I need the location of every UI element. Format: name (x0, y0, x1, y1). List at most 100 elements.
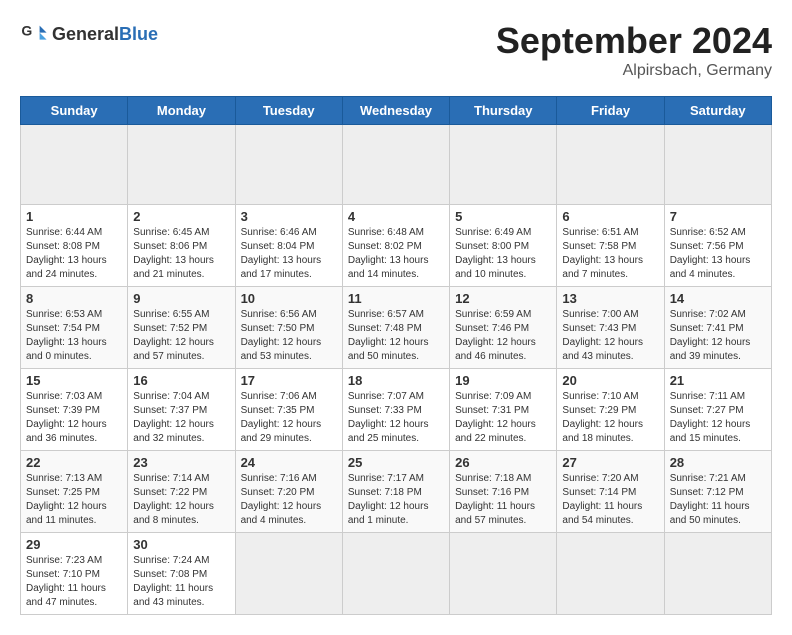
day-number: 20 (562, 373, 658, 388)
header-thursday: Thursday (450, 97, 557, 125)
calendar-cell: 22Sunrise: 7:13 AMSunset: 7:25 PMDayligh… (21, 451, 128, 533)
day-info: Sunrise: 7:20 AMSunset: 7:14 PMDaylight:… (562, 472, 658, 528)
day-number: 18 (348, 373, 444, 388)
calendar-cell: 16Sunrise: 7:04 AMSunset: 7:37 PMDayligh… (128, 369, 235, 451)
day-info: Sunrise: 7:16 AMSunset: 7:20 PMDaylight:… (241, 472, 337, 528)
day-number: 4 (348, 209, 444, 224)
calendar-cell: 13 Sunrise: 7:00 AMSunset: 7:43 PMDayligh… (557, 287, 664, 369)
day-number: 6 (562, 209, 658, 224)
calendar-header: SundayMondayTuesdayWednesdayThursdayFrid… (21, 97, 772, 125)
calendar-cell: 17Sunrise: 7:06 AMSunset: 7:35 PMDayligh… (235, 369, 342, 451)
calendar-cell (450, 125, 557, 205)
day-info: Sunrise: 6:56 AMSunset: 7:50 PMDaylight:… (241, 308, 337, 364)
calendar-week-3: 15 Sunrise: 7:03 AMSunset: 7:39 PMDayligh… (21, 369, 772, 451)
day-number: 5 (455, 209, 551, 224)
day-info: Sunrise: 6:44 AMSunset: 8:08 PMDaylight:… (26, 226, 122, 282)
calendar-cell (235, 125, 342, 205)
calendar-cell: 8 Sunrise: 6:53 AMSunset: 7:54 PMDaylight… (21, 287, 128, 369)
calendar-cell: 25Sunrise: 7:17 AMSunset: 7:18 PMDayligh… (342, 451, 449, 533)
calendar-week-5: 29 Sunrise: 7:23 AMSunset: 7:10 PMDayligh… (21, 533, 772, 615)
day-info: Sunrise: 7:18 AMSunset: 7:16 PMDaylight:… (455, 472, 551, 528)
day-number: 16 (133, 373, 229, 388)
day-info: Sunrise: 7:03 AMSunset: 7:39 PMDaylight:… (26, 390, 122, 446)
month-title: September 2024 (496, 20, 772, 62)
calendar-cell (557, 125, 664, 205)
calendar-cell: 28 Sunrise: 7:21 AMSunset: 7:12 PMDayligh… (664, 451, 771, 533)
calendar-cell: 30Sunrise: 7:24 AMSunset: 7:08 PMDayligh… (128, 533, 235, 615)
header-tuesday: Tuesday (235, 97, 342, 125)
calendar-cell: 10 Sunrise: 6:56 AMSunset: 7:50 PMDayligh… (235, 287, 342, 369)
calendar-cell: 4 Sunrise: 6:48 AMSunset: 8:02 PMDaylight… (342, 205, 449, 287)
calendar-cell: 15 Sunrise: 7:03 AMSunset: 7:39 PMDayligh… (21, 369, 128, 451)
calendar-table: SundayMondayTuesdayWednesdayThursdayFrid… (20, 96, 772, 615)
day-info: Sunrise: 7:10 AMSunset: 7:29 PMDaylight:… (562, 390, 658, 446)
day-number: 27 (562, 455, 658, 470)
day-number: 14 (670, 291, 766, 306)
day-info: Sunrise: 6:49 AMSunset: 8:00 PMDaylight:… (455, 226, 551, 282)
day-number: 30 (133, 537, 229, 552)
calendar-cell (128, 125, 235, 205)
calendar-cell (557, 533, 664, 615)
day-info: Sunrise: 7:23 AMSunset: 7:10 PMDaylight:… (26, 554, 122, 610)
calendar-cell: 6 Sunrise: 6:51 AMSunset: 7:58 PMDaylight… (557, 205, 664, 287)
calendar-cell (664, 125, 771, 205)
calendar-cell: 24 Sunrise: 7:16 AMSunset: 7:20 PMDayligh… (235, 451, 342, 533)
calendar-cell: 2Sunrise: 6:45 AMSunset: 8:06 PMDaylight… (128, 205, 235, 287)
header-saturday: Saturday (664, 97, 771, 125)
calendar-cell: 3Sunrise: 6:46 AMSunset: 8:04 PMDaylight… (235, 205, 342, 287)
title-area: September 2024 Alpirsbach, Germany (496, 20, 772, 80)
header-wednesday: Wednesday (342, 97, 449, 125)
logo-text: GeneralBlue (52, 24, 158, 45)
day-info: Sunrise: 7:09 AMSunset: 7:31 PMDaylight:… (455, 390, 551, 446)
calendar-cell (450, 533, 557, 615)
day-info: Sunrise: 6:55 AMSunset: 7:52 PMDaylight:… (133, 308, 229, 364)
day-number: 10 (241, 291, 337, 306)
day-number: 1 (26, 209, 122, 224)
header-monday: Monday (128, 97, 235, 125)
day-info: Sunrise: 6:52 AMSunset: 7:56 PMDaylight:… (670, 226, 766, 282)
day-number: 9 (133, 291, 229, 306)
logo: G GeneralBlue (20, 20, 158, 48)
calendar-cell (21, 125, 128, 205)
day-number: 21 (670, 373, 766, 388)
day-number: 24 (241, 455, 337, 470)
header-sunday: Sunday (21, 97, 128, 125)
calendar-cell (342, 125, 449, 205)
header-row: SundayMondayTuesdayWednesdayThursdayFrid… (21, 97, 772, 125)
header-friday: Friday (557, 97, 664, 125)
day-info: Sunrise: 6:48 AMSunset: 8:02 PMDaylight:… (348, 226, 444, 282)
calendar-cell: 14 Sunrise: 7:02 AMSunset: 7:41 PMDayligh… (664, 287, 771, 369)
calendar-cell: 1 Sunrise: 6:44 AMSunset: 8:08 PMDaylight… (21, 205, 128, 287)
calendar-body: 1 Sunrise: 6:44 AMSunset: 8:08 PMDaylight… (21, 125, 772, 615)
logo-blue: Blue (119, 24, 158, 44)
day-info: Sunrise: 6:46 AMSunset: 8:04 PMDaylight:… (241, 226, 337, 282)
day-number: 29 (26, 537, 122, 552)
day-info: Sunrise: 7:07 AMSunset: 7:33 PMDaylight:… (348, 390, 444, 446)
calendar-cell: 27 Sunrise: 7:20 AMSunset: 7:14 PMDayligh… (557, 451, 664, 533)
calendar-cell: 19 Sunrise: 7:09 AMSunset: 7:31 PMDayligh… (450, 369, 557, 451)
page-header: G GeneralBlue September 2024 Alpirsbach,… (20, 20, 772, 80)
location: Alpirsbach, Germany (496, 62, 772, 80)
day-number: 11 (348, 291, 444, 306)
calendar-cell: 12Sunrise: 6:59 AMSunset: 7:46 PMDayligh… (450, 287, 557, 369)
day-info: Sunrise: 7:02 AMSunset: 7:41 PMDaylight:… (670, 308, 766, 364)
logo-general: General (52, 24, 119, 44)
calendar-cell: 11 Sunrise: 6:57 AMSunset: 7:48 PMDayligh… (342, 287, 449, 369)
day-info: Sunrise: 6:53 AMSunset: 7:54 PMDaylight:… (26, 308, 122, 364)
day-info: Sunrise: 6:51 AMSunset: 7:58 PMDaylight:… (562, 226, 658, 282)
day-number: 28 (670, 455, 766, 470)
day-info: Sunrise: 6:57 AMSunset: 7:48 PMDaylight:… (348, 308, 444, 364)
day-number: 12 (455, 291, 551, 306)
day-info: Sunrise: 7:00 AMSunset: 7:43 PMDaylight:… (562, 308, 658, 364)
day-number: 13 (562, 291, 658, 306)
day-number: 8 (26, 291, 122, 306)
calendar-cell: 23Sunrise: 7:14 AMSunset: 7:22 PMDayligh… (128, 451, 235, 533)
calendar-cell: 21Sunrise: 7:11 AMSunset: 7:27 PMDayligh… (664, 369, 771, 451)
calendar-cell (235, 533, 342, 615)
day-number: 19 (455, 373, 551, 388)
day-number: 17 (241, 373, 337, 388)
day-info: Sunrise: 7:21 AMSunset: 7:12 PMDaylight:… (670, 472, 766, 528)
day-info: Sunrise: 7:17 AMSunset: 7:18 PMDaylight:… (348, 472, 444, 528)
day-number: 15 (26, 373, 122, 388)
day-number: 7 (670, 209, 766, 224)
